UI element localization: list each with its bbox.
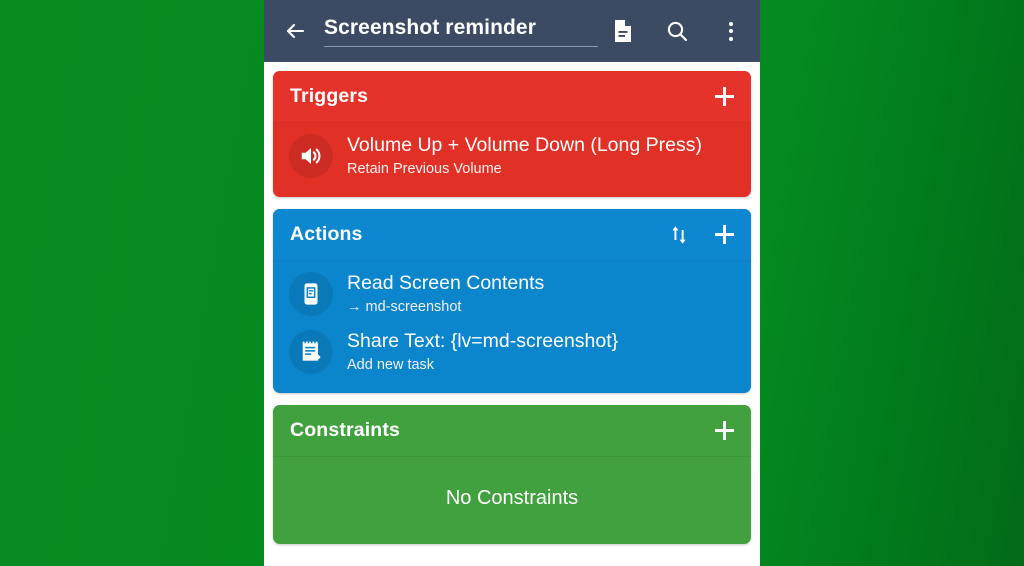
actions-card: Actions Read Screen Contents → md-screen… bbox=[273, 209, 751, 393]
search-icon[interactable] bbox=[662, 16, 692, 46]
arrow-left-icon[interactable] bbox=[280, 16, 310, 46]
share-text-icon bbox=[289, 330, 333, 374]
list-item[interactable]: Read Screen Contents → md-screenshot bbox=[273, 265, 751, 323]
actions-header-actions bbox=[669, 224, 734, 246]
sort-arrows-icon[interactable] bbox=[669, 224, 689, 246]
list-item-text: Volume Up + Volume Down (Long Press) Ret… bbox=[347, 133, 702, 179]
constraints-title: Constraints bbox=[290, 419, 400, 441]
volume-up-icon bbox=[289, 134, 333, 178]
add-action-button[interactable] bbox=[715, 225, 734, 244]
overflow-dots bbox=[729, 21, 733, 41]
macro-title-field[interactable]: Screenshot reminder bbox=[324, 16, 598, 47]
actions-list: Read Screen Contents → md-screenshot Sha… bbox=[273, 261, 751, 393]
list-item-subtitle: Retain Previous Volume bbox=[347, 161, 502, 177]
list-item[interactable]: Volume Up + Volume Down (Long Press) Ret… bbox=[273, 127, 751, 185]
triggers-header-actions bbox=[715, 87, 734, 106]
list-item-title: Read Screen Contents bbox=[347, 272, 545, 294]
list-item-text: Read Screen Contents → md-screenshot bbox=[347, 271, 544, 317]
list-item-title: Share Text: {lv=md-screenshot} bbox=[347, 330, 619, 352]
constraints-header: Constraints bbox=[273, 405, 751, 457]
constraints-empty-message: No Constraints bbox=[445, 487, 579, 509]
constraints-card: Constraints No Constraints bbox=[273, 405, 751, 544]
add-trigger-button[interactable] bbox=[715, 87, 734, 106]
constraints-list: No Constraints bbox=[273, 457, 751, 544]
app-bar-actions bbox=[608, 16, 746, 46]
list-item-subtitle: Add new task bbox=[347, 357, 435, 373]
triggers-card: Triggers Volume Up + Volume Down (Long P… bbox=[273, 71, 751, 197]
more-vertical-icon[interactable] bbox=[716, 16, 746, 46]
list-item-subtitle: → md-screenshot bbox=[347, 299, 462, 315]
read-screen-icon bbox=[289, 272, 333, 316]
phone-screen: Screenshot reminder Triggers Volume Up +… bbox=[264, 0, 760, 566]
actions-title: Actions bbox=[290, 223, 363, 245]
macro-sections: Triggers Volume Up + Volume Down (Long P… bbox=[264, 62, 760, 565]
actions-header: Actions bbox=[273, 209, 751, 261]
add-constraint-button[interactable] bbox=[715, 421, 734, 440]
list-item[interactable]: Share Text: {lv=md-screenshot} Add new t… bbox=[273, 323, 751, 381]
list-item-text: Share Text: {lv=md-screenshot} Add new t… bbox=[347, 329, 618, 375]
triggers-title: Triggers bbox=[290, 85, 369, 107]
page-title: Screenshot reminder bbox=[324, 15, 536, 39]
triggers-list: Volume Up + Volume Down (Long Press) Ret… bbox=[273, 123, 751, 197]
document-icon[interactable] bbox=[608, 16, 638, 46]
app-bar: Screenshot reminder bbox=[264, 0, 760, 62]
constraints-header-actions bbox=[715, 421, 734, 440]
list-item-title: Volume Up + Volume Down (Long Press) bbox=[347, 134, 702, 156]
triggers-header: Triggers bbox=[273, 71, 751, 123]
